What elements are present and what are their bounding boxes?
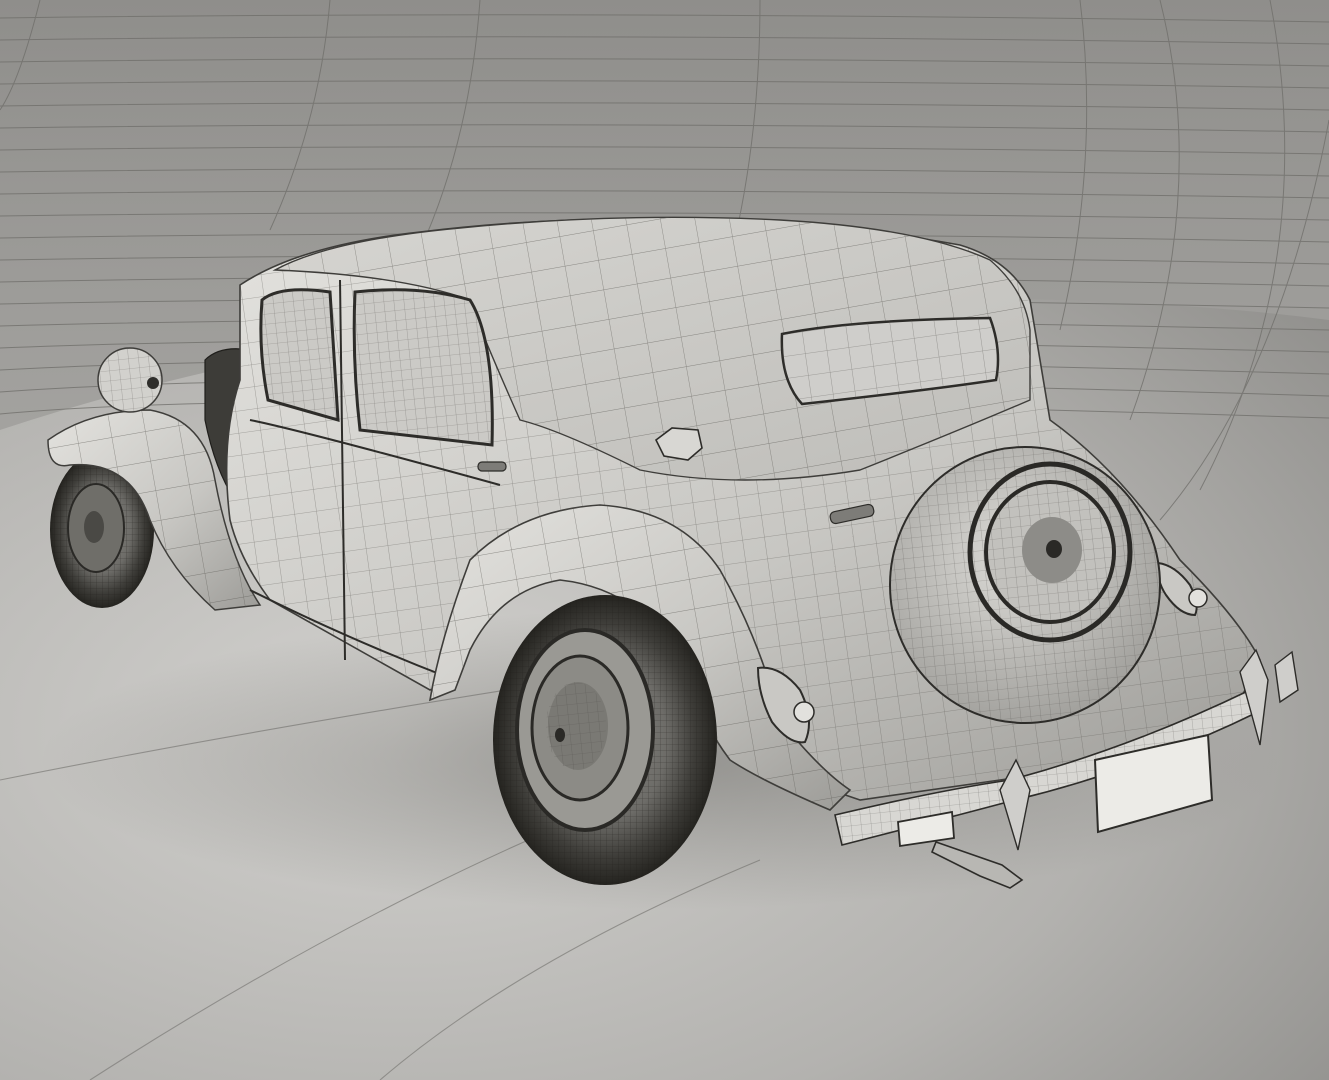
viewport xyxy=(0,0,1329,1080)
spare-wheel xyxy=(889,446,1161,724)
render-canvas xyxy=(0,0,1329,1080)
headlamp xyxy=(97,347,163,413)
door-handle xyxy=(477,461,507,472)
rear-wheel xyxy=(493,595,717,885)
